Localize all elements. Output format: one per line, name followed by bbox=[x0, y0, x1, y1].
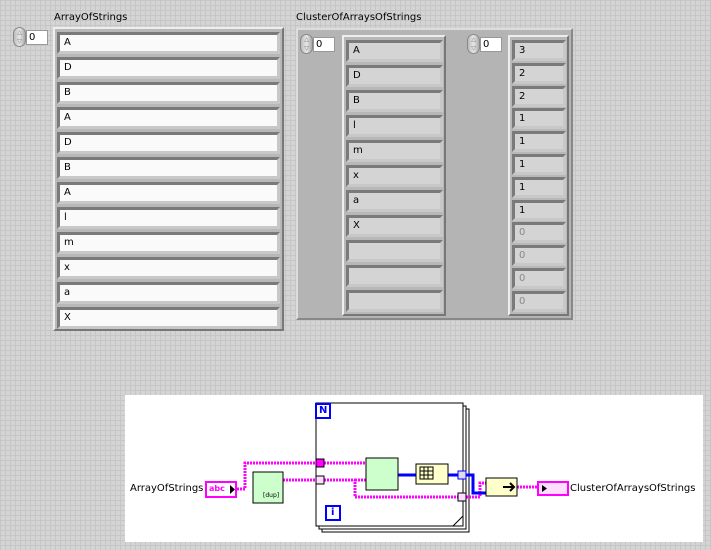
array-element[interactable]: l bbox=[57, 207, 280, 229]
array-element bbox=[346, 240, 443, 262]
diagram-wires bbox=[205, 402, 569, 533]
array-element: B bbox=[346, 90, 443, 112]
string-type-glyph: abc bbox=[209, 484, 225, 493]
block-diagram: ArrayOfStrings abc ClusterOfArraysOfStri… bbox=[125, 395, 703, 542]
array-element[interactable]: A bbox=[57, 32, 280, 54]
array-element[interactable]: X bbox=[57, 307, 280, 329]
array-element: 1 bbox=[512, 108, 566, 130]
string-output-tunnel[interactable] bbox=[457, 492, 467, 502]
index-value[interactable]: 0 bbox=[313, 36, 335, 52]
strings-array-indicator: ADBlmxaX bbox=[342, 35, 446, 316]
array-of-strings-control: ADBADBAlmxaX bbox=[53, 27, 284, 331]
cluster-label: ClusterOfArraysOfStrings bbox=[296, 12, 422, 23]
array-element[interactable]: A bbox=[57, 107, 280, 129]
array-element: 0 bbox=[512, 268, 566, 289]
spinner-up-down-icon[interactable]: △ ▽ bbox=[467, 34, 480, 54]
array-element[interactable]: m bbox=[57, 232, 280, 254]
loop-count-label: N bbox=[319, 405, 328, 416]
array-element[interactable]: D bbox=[57, 57, 280, 79]
input-terminal-label: ArrayOfStrings bbox=[130, 483, 204, 494]
array-element: 3 bbox=[512, 40, 566, 61]
index-value[interactable]: 0 bbox=[480, 36, 502, 52]
array-element: l bbox=[346, 115, 443, 137]
array-element[interactable]: B bbox=[57, 82, 280, 104]
array-element: a bbox=[346, 190, 443, 212]
index-value[interactable]: 0 bbox=[26, 29, 48, 45]
strings-array-index[interactable]: △ ▽ 0 bbox=[300, 34, 335, 54]
array-element: 2 bbox=[512, 62, 566, 84]
array-element: 2 bbox=[512, 85, 566, 107]
array-element bbox=[346, 290, 443, 312]
array-of-strings-index[interactable]: △ ▽ 0 bbox=[13, 27, 48, 47]
spinner-up-down-icon[interactable]: △ ▽ bbox=[13, 27, 26, 47]
array-element: 0 bbox=[512, 222, 566, 244]
array-element: 0 bbox=[512, 290, 566, 312]
output-terminal-label: ClusterOfArraysOfStrings bbox=[570, 483, 696, 494]
array-element: A bbox=[346, 40, 443, 62]
counts-array-indicator: 322111110000 bbox=[508, 35, 569, 316]
array-element: D bbox=[346, 65, 443, 87]
array-element: 1 bbox=[512, 176, 566, 198]
shift-register-tunnel[interactable] bbox=[315, 458, 325, 468]
array-of-strings-label: ArrayOfStrings bbox=[54, 12, 128, 23]
indexing-input-tunnel[interactable] bbox=[315, 475, 325, 485]
numeric-output-tunnel[interactable] bbox=[457, 470, 467, 480]
array-element: x bbox=[346, 165, 443, 187]
array-element: 1 bbox=[512, 154, 566, 175]
array-element[interactable]: A bbox=[57, 182, 280, 204]
array-element: 1 bbox=[512, 199, 566, 221]
array-element[interactable]: B bbox=[57, 157, 280, 179]
search-array-node[interactable] bbox=[365, 457, 399, 491]
array-element[interactable]: a bbox=[57, 282, 280, 304]
array-element[interactable]: x bbox=[57, 257, 280, 279]
array-element bbox=[346, 265, 443, 287]
array-element: 1 bbox=[512, 131, 566, 153]
counts-array-index[interactable]: △ ▽ 0 bbox=[467, 34, 502, 54]
array-element: 0 bbox=[512, 245, 566, 267]
array-element[interactable]: D bbox=[57, 132, 280, 154]
array-element: X bbox=[346, 215, 443, 237]
array-element: m bbox=[346, 140, 443, 162]
spinner-up-down-icon[interactable]: △ ▽ bbox=[300, 34, 313, 54]
duplicate-node-label: [dup] bbox=[263, 492, 280, 499]
loop-index-label: i bbox=[331, 507, 335, 518]
